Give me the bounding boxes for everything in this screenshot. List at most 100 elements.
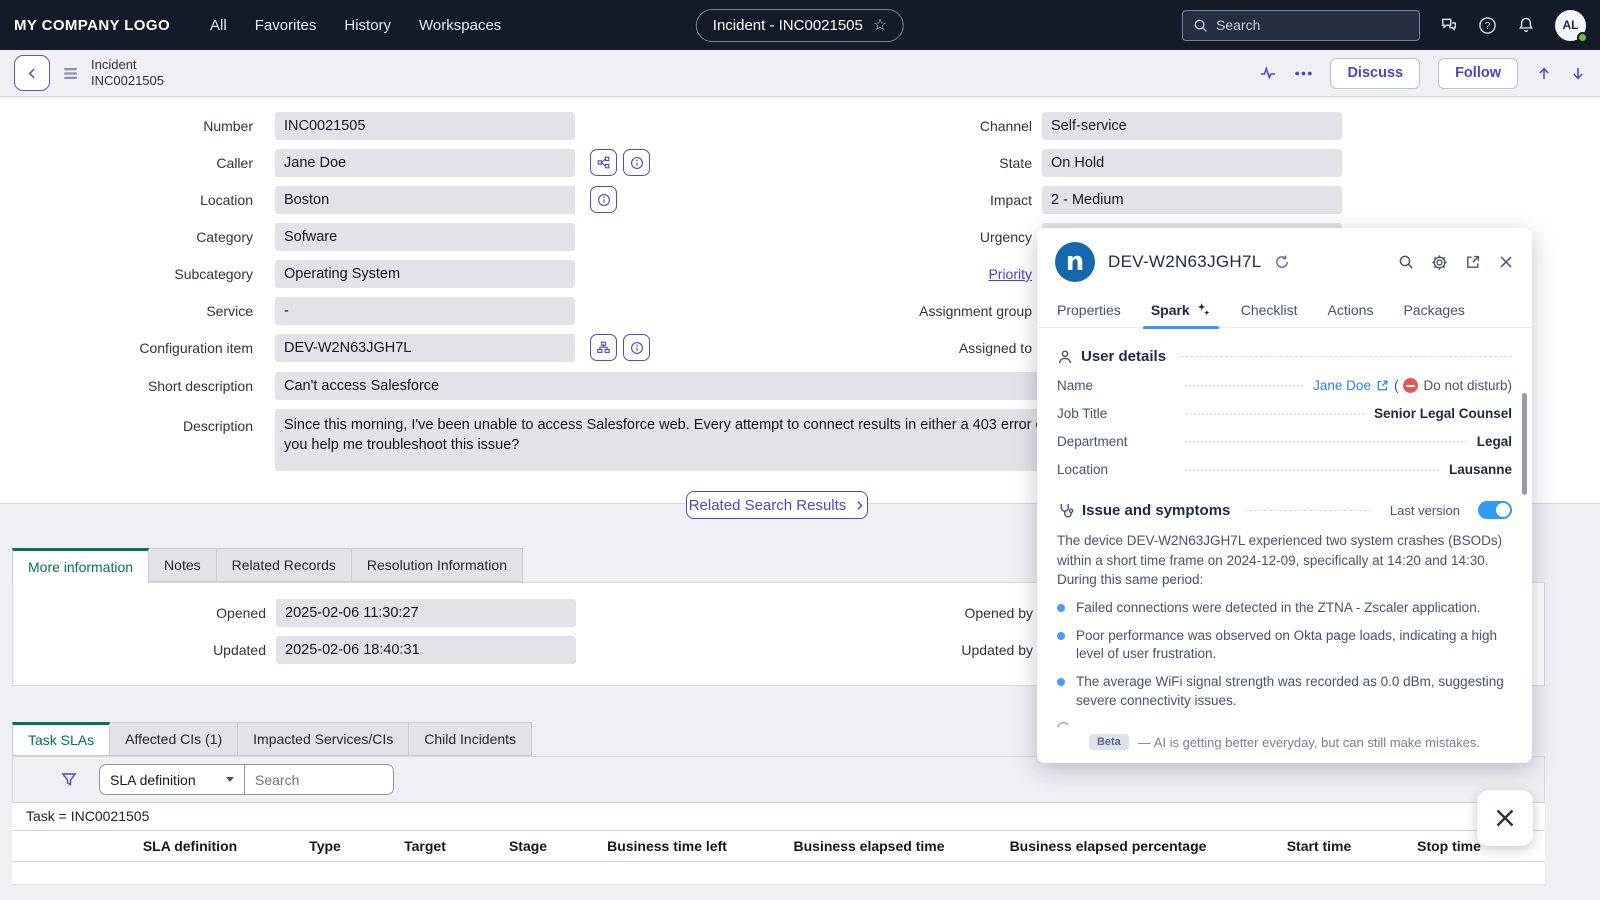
tab-affected-cis[interactable]: Affected CIs (1) bbox=[110, 722, 238, 756]
favorite-star-icon[interactable]: ☆ bbox=[873, 15, 887, 35]
discuss-button[interactable]: Discuss bbox=[1330, 58, 1420, 89]
col-start-time[interactable]: Start time bbox=[1287, 831, 1352, 862]
configuration-item-field[interactable]: DEV-W2N63JGH7L bbox=[275, 334, 575, 362]
number-field[interactable]: INC0021505 bbox=[275, 112, 575, 140]
state-field[interactable]: On Hold bbox=[1042, 149, 1342, 177]
related-search-results-button[interactable]: Related Search Results bbox=[686, 491, 868, 519]
form-context-menu-icon[interactable] bbox=[64, 67, 79, 80]
col-business-elapsed-time[interactable]: Business elapsed time bbox=[794, 831, 945, 862]
priority-label-link[interactable]: Priority bbox=[988, 266, 1032, 282]
tab-task-slas[interactable]: Task SLAs bbox=[12, 722, 110, 756]
panel-tab-spark[interactable]: Spark bbox=[1151, 292, 1211, 328]
ci-dependency-tree-icon[interactable] bbox=[590, 334, 617, 361]
user-name-link[interactable]: Jane Doe bbox=[1313, 378, 1371, 393]
service-field[interactable]: - bbox=[275, 297, 575, 325]
sla-definition-select[interactable]: SLA definition bbox=[100, 765, 245, 794]
svg-text:?: ? bbox=[1485, 21, 1491, 32]
sla-search-input[interactable] bbox=[245, 765, 393, 794]
help-icon[interactable]: ? bbox=[1478, 16, 1497, 35]
user-avatar[interactable]: AL bbox=[1555, 10, 1586, 41]
col-target[interactable]: Target bbox=[404, 831, 446, 862]
subcategory-field[interactable]: Operating System bbox=[275, 260, 575, 288]
panel-tab-properties[interactable]: Properties bbox=[1057, 292, 1121, 328]
last-version-toggle[interactable] bbox=[1478, 501, 1512, 519]
channel-field[interactable]: Self-service bbox=[1042, 112, 1342, 140]
more-options-icon[interactable] bbox=[1295, 71, 1312, 76]
company-logo[interactable]: MY COMPANY LOGO bbox=[14, 17, 170, 34]
category-label: Category bbox=[0, 223, 253, 251]
panel-header-icons bbox=[1398, 254, 1514, 271]
connect-chat-icon[interactable] bbox=[1440, 16, 1458, 34]
configuration-item-label: Configuration item bbox=[0, 334, 253, 362]
caller-label: Caller bbox=[0, 149, 253, 177]
topnav-right-group: ? AL bbox=[1182, 10, 1586, 41]
nav-item-favorites[interactable]: Favorites bbox=[255, 17, 317, 34]
do-not-disturb-icon bbox=[1403, 378, 1418, 393]
open-user-external-icon[interactable] bbox=[1376, 379, 1389, 392]
impact-field[interactable]: 2 - Medium bbox=[1042, 186, 1342, 214]
global-search[interactable] bbox=[1182, 10, 1420, 41]
issue-bullet: The average WiFi signal strength was rec… bbox=[1057, 673, 1512, 711]
filter-funnel-icon[interactable] bbox=[61, 772, 77, 788]
panel-tab-actions[interactable]: Actions bbox=[1328, 292, 1374, 328]
number-label: Number bbox=[0, 112, 253, 140]
tab-more-information[interactable]: More information bbox=[12, 548, 149, 583]
bullet-dot bbox=[1057, 632, 1065, 640]
dotted-leader bbox=[1185, 413, 1364, 415]
tab-resolution-information[interactable]: Resolution Information bbox=[352, 548, 523, 582]
user-row-name: Name Jane Doe ( Do not disturb) bbox=[1057, 378, 1512, 393]
tab-notes[interactable]: Notes bbox=[149, 548, 217, 582]
opened-field[interactable]: 2025-02-06 11:30:27 bbox=[276, 599, 576, 627]
nav-item-all[interactable]: All bbox=[210, 17, 227, 34]
issue-summary-paragraph: The device DEV-W2N63JGH7L experienced tw… bbox=[1057, 531, 1512, 590]
back-button[interactable] bbox=[14, 55, 50, 91]
activity-stream-icon[interactable] bbox=[1259, 65, 1277, 81]
tab-related-records[interactable]: Related Records bbox=[217, 548, 352, 582]
panel-close-icon[interactable] bbox=[1498, 254, 1514, 270]
col-stage[interactable]: Stage bbox=[509, 831, 547, 862]
panel-settings-gear-icon[interactable] bbox=[1431, 254, 1448, 271]
ci-info-icon[interactable] bbox=[623, 334, 650, 361]
department-label: Department bbox=[1057, 434, 1175, 449]
location-field[interactable]: Boston bbox=[275, 186, 575, 214]
state-label: State bbox=[770, 149, 1032, 177]
updated-field[interactable]: 2025-02-06 18:40:31 bbox=[276, 636, 576, 664]
panel-search-icon[interactable] bbox=[1398, 254, 1414, 270]
col-type[interactable]: Type bbox=[309, 831, 341, 862]
panel-open-external-icon[interactable] bbox=[1465, 254, 1481, 270]
next-record-icon[interactable] bbox=[1570, 65, 1586, 82]
breadcrumb-condition[interactable]: Task = INC0021505 bbox=[12, 802, 1545, 831]
related-lists-tabstrip: Task SLAs Affected CIs (1) Impacted Serv… bbox=[12, 722, 532, 756]
previous-record-icon[interactable] bbox=[1536, 65, 1552, 82]
nav-item-history[interactable]: History bbox=[344, 17, 391, 34]
caller-info-icon[interactable] bbox=[623, 149, 650, 176]
user-details-section-header: User details bbox=[1057, 348, 1512, 365]
dismiss-close-button[interactable] bbox=[1477, 790, 1533, 846]
sla-table-empty-row bbox=[12, 862, 1545, 885]
tab-child-incidents[interactable]: Child Incidents bbox=[409, 722, 532, 756]
col-stop-time[interactable]: Stop time bbox=[1417, 831, 1481, 862]
nav-item-workspaces[interactable]: Workspaces bbox=[419, 17, 501, 34]
panel-refresh-icon[interactable] bbox=[1274, 254, 1290, 270]
caller-connections-icon[interactable] bbox=[590, 149, 617, 176]
col-business-time-left[interactable]: Business time left bbox=[607, 831, 727, 862]
regenerate-icon[interactable] bbox=[1057, 721, 1512, 728]
panel-tab-checklist[interactable]: Checklist bbox=[1241, 292, 1298, 328]
panel-tab-packages[interactable]: Packages bbox=[1403, 292, 1464, 328]
record-context-pill[interactable]: Incident - INC0021505 ☆ bbox=[696, 9, 904, 42]
name-label: Name bbox=[1057, 378, 1175, 393]
panel-scrollbar[interactable] bbox=[1522, 393, 1527, 495]
global-search-input[interactable] bbox=[1216, 17, 1386, 33]
col-business-elapsed-percentage[interactable]: Business elapsed percentage bbox=[1010, 831, 1207, 862]
notifications-bell-icon[interactable] bbox=[1517, 16, 1535, 34]
category-field[interactable]: Sofware bbox=[275, 223, 575, 251]
close-icon bbox=[1493, 806, 1517, 830]
record-number: INC0021505 bbox=[91, 73, 164, 89]
follow-button[interactable]: Follow bbox=[1438, 58, 1518, 89]
dnd-status-group: ( Do not disturb) bbox=[1394, 378, 1512, 393]
info-tabstrip: More information Notes Related Records R… bbox=[12, 548, 523, 583]
caller-field[interactable]: Jane Doe bbox=[275, 149, 575, 177]
col-sla-definition[interactable]: SLA definition bbox=[143, 831, 237, 862]
tab-impacted-services[interactable]: Impacted Services/CIs bbox=[238, 722, 409, 756]
location-info-icon[interactable] bbox=[590, 186, 617, 213]
